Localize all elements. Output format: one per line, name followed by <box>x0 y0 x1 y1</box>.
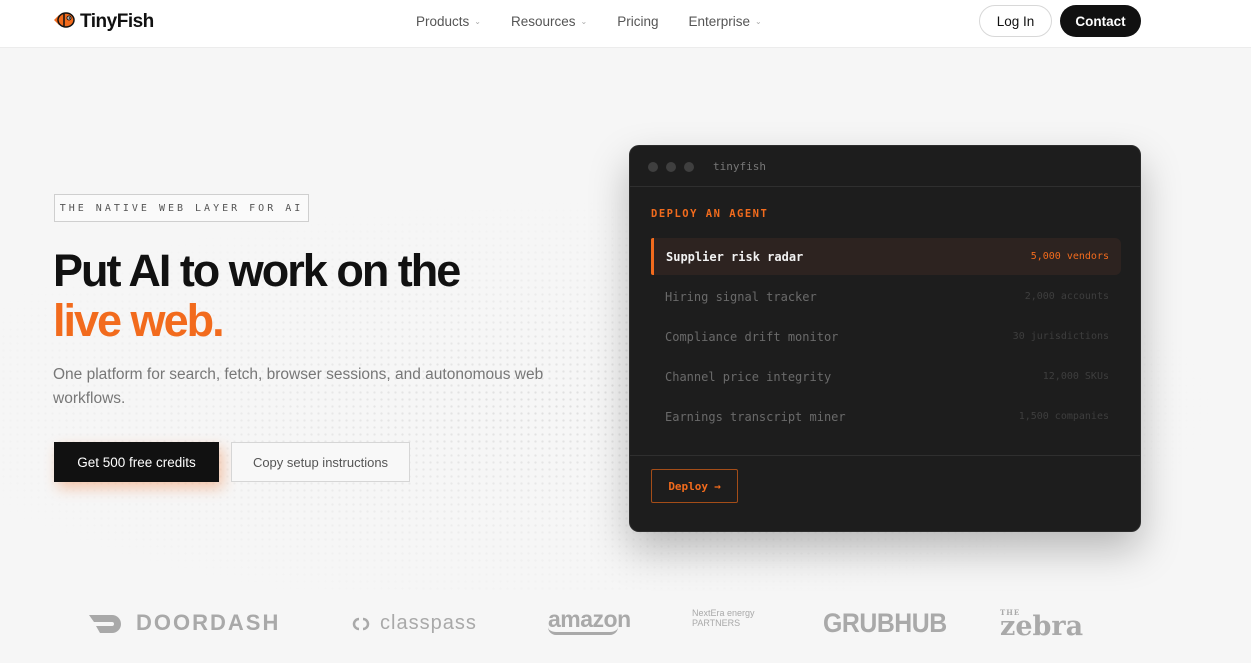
hero-headline: Put AI to work on the live web. <box>53 246 573 346</box>
deploy-button[interactable]: Deploy → <box>651 469 738 503</box>
nav-products[interactable]: Products ⌄ <box>416 14 481 29</box>
nav-resources[interactable]: Resources ⌄ <box>511 14 587 29</box>
deploy-label: Deploy <box>668 479 709 493</box>
agent-scope: 1,500 companies <box>1018 411 1109 422</box>
chevron-down-icon: ⌄ <box>580 17 588 26</box>
nav-products-label: Products <box>416 14 470 29</box>
agent-scope: 5,000 vendors <box>1030 251 1109 262</box>
terminal-section-label: DEPLOY AN AGENT <box>651 208 769 220</box>
login-button[interactable]: Log In <box>979 5 1052 37</box>
copy-setup-button[interactable]: Copy setup instructions <box>231 442 410 482</box>
nav-enterprise-label: Enterprise <box>688 14 751 29</box>
contact-button[interactable]: Contact <box>1060 5 1141 37</box>
terminal-titlebar: tinyfish <box>630 146 1140 187</box>
doordash-logo: DOORDASH <box>88 610 280 636</box>
classpass-logo: classpass <box>350 612 477 635</box>
agent-name: Compliance drift monitor <box>665 329 839 344</box>
top-nav: TinyFish Products ⌄ Resources ⌄ Pricing … <box>0 0 1251 48</box>
window-dot-icon <box>648 162 658 172</box>
agent-name: Earnings transcript miner <box>665 409 846 424</box>
agent-name: Channel price integrity <box>665 369 832 384</box>
amazon-smile-icon <box>548 627 618 635</box>
agent-scope: 12,000 SKUs <box>1042 371 1109 382</box>
doordash-text: DOORDASH <box>136 610 281 635</box>
agent-option[interactable]: Hiring signal tracker 2,000 accounts <box>651 278 1121 315</box>
agent-option[interactable]: Compliance drift monitor 30 jurisdiction… <box>651 318 1121 355</box>
agent-name: Supplier risk radar <box>666 249 804 264</box>
zebra-logo: THE zebra <box>1000 608 1083 642</box>
nav-pricing[interactable]: Pricing <box>617 14 658 29</box>
classpass-text: classpass <box>380 612 477 634</box>
customer-logos: DOORDASH classpass amazon NextEra energy… <box>0 600 1251 650</box>
headline-main: Put AI to work on the <box>53 245 461 296</box>
zebra-text: zebra <box>1000 611 1084 642</box>
fish-logo-icon <box>52 9 76 36</box>
agent-terminal: tinyfish DEPLOY AN AGENT Supplier risk r… <box>629 145 1141 532</box>
chevron-down-icon: ⌄ <box>474 17 481 26</box>
agent-option[interactable]: Channel price integrity 12,000 SKUs <box>651 358 1121 395</box>
nextera-line2: PARTNERS <box>692 618 741 628</box>
amazon-logo: amazon <box>548 606 631 635</box>
nav-pricing-label: Pricing <box>617 14 659 29</box>
grubhub-logo: GRUBHUB <box>823 608 947 639</box>
doordash-mark-icon <box>89 615 121 633</box>
nav-enterprise[interactable]: Enterprise ⌄ <box>688 14 761 29</box>
window-dot-icon <box>684 162 694 172</box>
headline-accent: live web. <box>53 295 225 346</box>
agent-option[interactable]: Earnings transcript miner 1,500 companie… <box>651 398 1121 435</box>
agent-scope: 30 jurisdictions <box>1012 331 1109 342</box>
hero-eyebrow: THE NATIVE WEB LAYER FOR AI <box>54 194 309 222</box>
brand-name: TinyFish <box>80 11 154 32</box>
chevron-down-icon: ⌄ <box>755 17 762 26</box>
nextera-line1: NextEra energy <box>692 608 755 618</box>
hero-subtitle: One platform for search, fetch, browser … <box>53 366 544 407</box>
terminal-title: tinyfish <box>713 160 766 173</box>
nextera-logo: NextEra energy PARTNERS <box>692 608 755 628</box>
arrow-right-icon: → <box>714 479 721 493</box>
terminal-divider <box>630 455 1140 456</box>
get-credits-button[interactable]: Get 500 free credits <box>54 442 219 482</box>
window-dot-icon <box>666 162 676 172</box>
agent-scope: 2,000 accounts <box>1024 291 1109 302</box>
nav-resources-label: Resources <box>510 14 576 29</box>
nav-links: Products ⌄ Resources ⌄ Pricing Enterpris… <box>416 14 762 29</box>
grubhub-text: GRUBHUB <box>823 608 947 638</box>
agent-name: Hiring signal tracker <box>665 289 817 304</box>
agent-option[interactable]: Supplier risk radar 5,000 vendors <box>651 238 1121 275</box>
classpass-mark-icon <box>352 617 370 630</box>
brand-logo[interactable]: TinyFish <box>52 10 154 34</box>
